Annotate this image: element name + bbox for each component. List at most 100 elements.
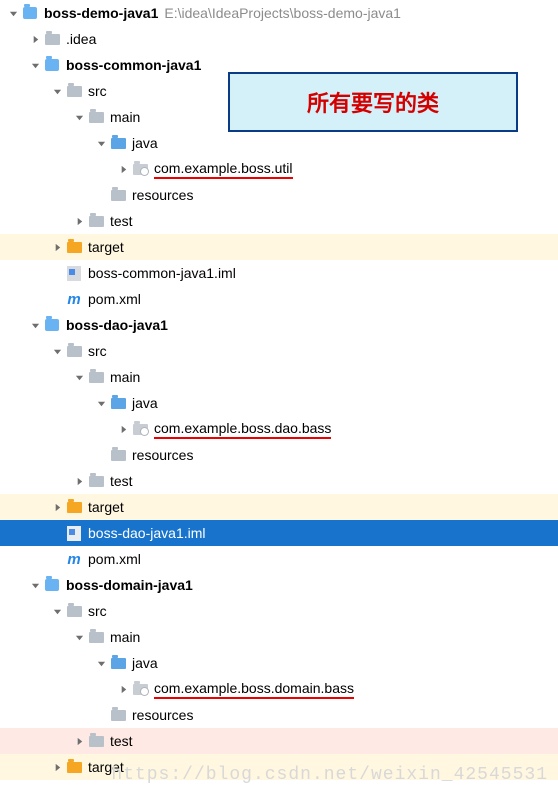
folder-excluded-icon xyxy=(66,239,82,255)
tree-row[interactable]: com.example.boss.util xyxy=(0,156,558,182)
tree-row[interactable]: main xyxy=(0,364,558,390)
tree-row[interactable]: boss-dao-java1 xyxy=(0,312,558,338)
tree-row[interactable]: boss-demo-java1 E:\idea\IdeaProjects\boss… xyxy=(0,0,558,26)
tree-row[interactable]: src xyxy=(0,598,558,624)
tree-row[interactable]: test xyxy=(0,728,558,754)
folder-icon xyxy=(66,83,82,99)
tree-node-label: test xyxy=(110,213,133,229)
expand-arrow-icon[interactable] xyxy=(116,165,130,174)
folder-icon xyxy=(66,603,82,619)
tree-node-label: java xyxy=(132,135,158,151)
expand-arrow-icon[interactable] xyxy=(6,9,20,18)
expand-arrow-icon[interactable] xyxy=(72,737,86,746)
tree-row[interactable]: target xyxy=(0,234,558,260)
tree-node-label: com.example.boss.util xyxy=(154,160,293,179)
tree-row[interactable]: mpom.xml xyxy=(0,286,558,312)
folder-icon xyxy=(110,447,126,463)
expand-arrow-icon[interactable] xyxy=(50,243,64,252)
tree-node-label: src xyxy=(88,603,107,619)
tree-row[interactable]: java xyxy=(0,390,558,416)
folder-excluded-icon xyxy=(66,759,82,775)
expand-arrow-icon[interactable] xyxy=(116,685,130,694)
expand-arrow-icon[interactable] xyxy=(50,347,64,356)
tree-node-label: boss-demo-java1 xyxy=(44,5,158,21)
folder-icon xyxy=(88,629,104,645)
tree-node-label: main xyxy=(110,629,140,645)
tree-row[interactable]: .idea xyxy=(0,26,558,52)
folder-excluded-icon xyxy=(66,499,82,515)
expand-arrow-icon[interactable] xyxy=(94,399,108,408)
tree-node-label: resources xyxy=(132,707,193,723)
tree-row[interactable]: test xyxy=(0,208,558,234)
expand-arrow-icon[interactable] xyxy=(72,217,86,226)
expand-arrow-icon[interactable] xyxy=(72,633,86,642)
tree-node-label: boss-dao-java1.iml xyxy=(88,525,206,541)
expand-arrow-icon[interactable] xyxy=(50,763,64,772)
folder-icon xyxy=(44,31,60,47)
expand-arrow-icon[interactable] xyxy=(116,425,130,434)
tree-row[interactable]: mpom.xml xyxy=(0,546,558,572)
tree-node-label: java xyxy=(132,395,158,411)
expand-arrow-icon[interactable] xyxy=(28,321,42,330)
tree-row[interactable]: boss-common-java1.iml xyxy=(0,260,558,286)
module-icon xyxy=(44,577,60,593)
module-icon xyxy=(22,5,38,21)
callout-text: 所有要写的类 xyxy=(307,86,439,118)
tree-row[interactable]: target xyxy=(0,754,558,780)
tree-node-label: main xyxy=(110,109,140,125)
expand-arrow-icon[interactable] xyxy=(28,581,42,590)
expand-arrow-icon[interactable] xyxy=(72,113,86,122)
tree-node-label: java xyxy=(132,655,158,671)
expand-arrow-icon[interactable] xyxy=(50,607,64,616)
tree-row[interactable]: java xyxy=(0,650,558,676)
package-icon xyxy=(132,161,148,177)
source-folder-icon xyxy=(110,135,126,151)
tree-row[interactable]: resources xyxy=(0,442,558,468)
tree-row[interactable]: com.example.boss.domain.bass xyxy=(0,676,558,702)
folder-icon xyxy=(88,213,104,229)
tree-row[interactable]: resources xyxy=(0,182,558,208)
tree-node-label: main xyxy=(110,369,140,385)
expand-arrow-icon[interactable] xyxy=(94,139,108,148)
tree-row[interactable]: boss-dao-java1.iml xyxy=(0,520,558,546)
folder-icon xyxy=(88,733,104,749)
iml-file-icon xyxy=(66,265,82,281)
tree-row[interactable]: com.example.boss.dao.bass xyxy=(0,416,558,442)
tree-row[interactable]: main xyxy=(0,624,558,650)
expand-arrow-icon[interactable] xyxy=(28,61,42,70)
module-icon xyxy=(44,57,60,73)
expand-arrow-icon[interactable] xyxy=(72,373,86,382)
tree-row[interactable]: java xyxy=(0,130,558,156)
tree-row[interactable]: test xyxy=(0,468,558,494)
tree-row[interactable]: resources xyxy=(0,702,558,728)
folder-icon xyxy=(110,187,126,203)
folder-icon xyxy=(88,369,104,385)
tree-node-label: src xyxy=(88,83,107,99)
tree-node-label: resources xyxy=(132,447,193,463)
tree-row[interactable]: boss-domain-java1 xyxy=(0,572,558,598)
expand-arrow-icon[interactable] xyxy=(94,659,108,668)
tree-node-label: src xyxy=(88,343,107,359)
maven-icon: m xyxy=(66,551,82,567)
package-icon xyxy=(132,681,148,697)
expand-arrow-icon[interactable] xyxy=(50,503,64,512)
tree-node-label: boss-common-java1.iml xyxy=(88,265,236,281)
tree-node-label: boss-domain-java1 xyxy=(66,577,193,593)
tree-row[interactable]: src xyxy=(0,338,558,364)
expand-arrow-icon[interactable] xyxy=(72,477,86,486)
tree-node-label: .idea xyxy=(66,31,96,47)
source-folder-icon xyxy=(110,395,126,411)
expand-arrow-icon[interactable] xyxy=(28,35,42,44)
tree-node-label: boss-common-java1 xyxy=(66,57,201,73)
tree-node-hint: E:\idea\IdeaProjects\boss-demo-java1 xyxy=(164,5,401,21)
package-icon xyxy=(132,421,148,437)
maven-icon: m xyxy=(66,291,82,307)
tree-node-label: target xyxy=(88,759,124,775)
iml-file-icon xyxy=(66,525,82,541)
tree-row[interactable]: target xyxy=(0,494,558,520)
tree-node-label: resources xyxy=(132,187,193,203)
annotation-callout: 所有要写的类 xyxy=(228,72,518,132)
tree-node-label: com.example.boss.dao.bass xyxy=(154,420,331,439)
folder-icon xyxy=(110,707,126,723)
expand-arrow-icon[interactable] xyxy=(50,87,64,96)
